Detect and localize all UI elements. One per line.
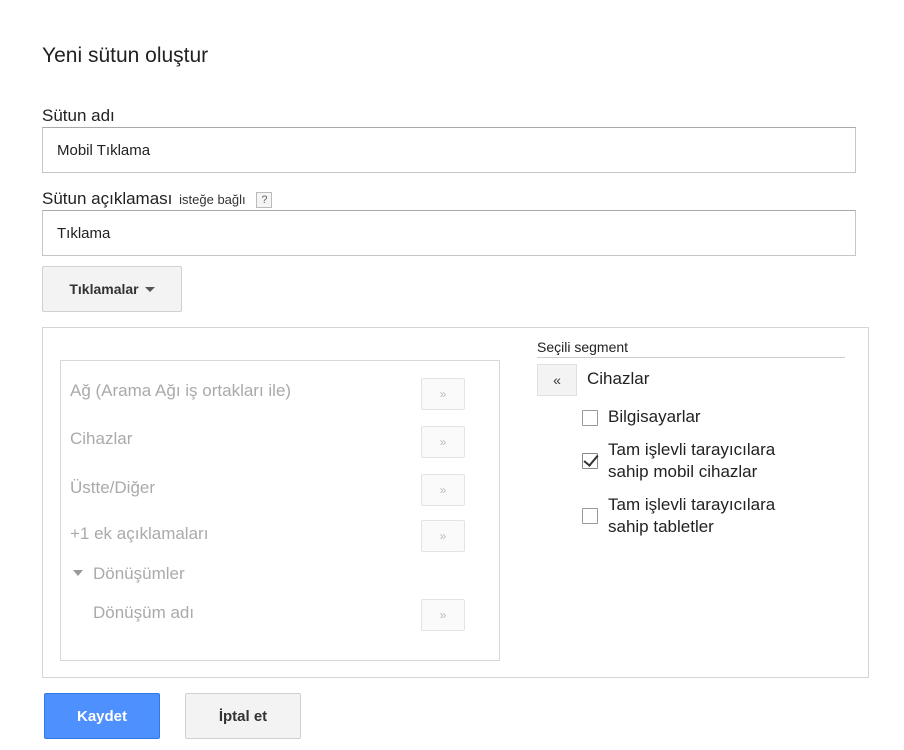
segment-item-devices: Cihazlar (70, 429, 133, 448)
segment-item-conversion-name: Dönüşüm adı (93, 603, 195, 622)
dialog-title: Yeni sütun oluştur (42, 44, 209, 67)
column-name-label: Sütun adı (42, 106, 115, 125)
segment-item-plus-one: +1 ek açıklamaları (70, 524, 209, 543)
checkbox-mobile-devices[interactable] (582, 453, 598, 469)
column-description-label: Sütun açıklaması (42, 189, 173, 208)
remove-segment-button[interactable]: « (537, 364, 577, 396)
selected-segment-heading: Seçili segment (537, 339, 845, 358)
metric-dropdown-label: Tıklamalar (69, 281, 139, 297)
checkbox-computers-label: Bilgisayarlar (608, 407, 701, 426)
add-segment-button[interactable]: » (421, 378, 465, 410)
add-segment-button[interactable]: » (421, 599, 465, 631)
add-segment-button[interactable]: » (421, 474, 465, 506)
expand-triangle-icon[interactable] (73, 570, 83, 576)
segment-item-top-other: Üstte/Diğer (70, 478, 156, 497)
metric-dropdown-button[interactable]: Tıklamalar (42, 266, 182, 312)
checkbox-tablets[interactable] (582, 508, 598, 524)
add-segment-button[interactable]: » (421, 426, 465, 458)
checkbox-computers[interactable] (582, 410, 598, 426)
optional-text: isteğe bağlı (179, 192, 246, 207)
checkbox-tablets-label-line1: Tam işlevli tarayıcılara (608, 495, 776, 514)
add-segment-button[interactable]: » (421, 520, 465, 552)
save-button[interactable]: Kaydet (44, 693, 160, 739)
checkbox-tablets-label-line2: sahip tabletler (608, 517, 714, 536)
segment-group-conversions[interactable]: Dönüşümler (93, 564, 185, 584)
segment-item-network: Ağ (Arama Ağı iş ortakları ile) (70, 381, 292, 400)
checkbox-mobile-label-line2: sahip mobil cihazlar (608, 462, 758, 481)
checkbox-mobile-label-line1: Tam işlevli tarayıcılara (608, 440, 776, 459)
help-icon[interactable]: ? (256, 192, 273, 208)
column-description-input[interactable] (42, 210, 856, 256)
column-name-input[interactable] (42, 127, 856, 173)
caret-down-icon (144, 286, 155, 292)
cancel-button[interactable]: İptal et (185, 693, 301, 739)
column-description-label-row: Sütun açıklaması isteğe bağlı ? (42, 189, 273, 209)
selected-segment-name: Cihazlar (587, 369, 650, 388)
